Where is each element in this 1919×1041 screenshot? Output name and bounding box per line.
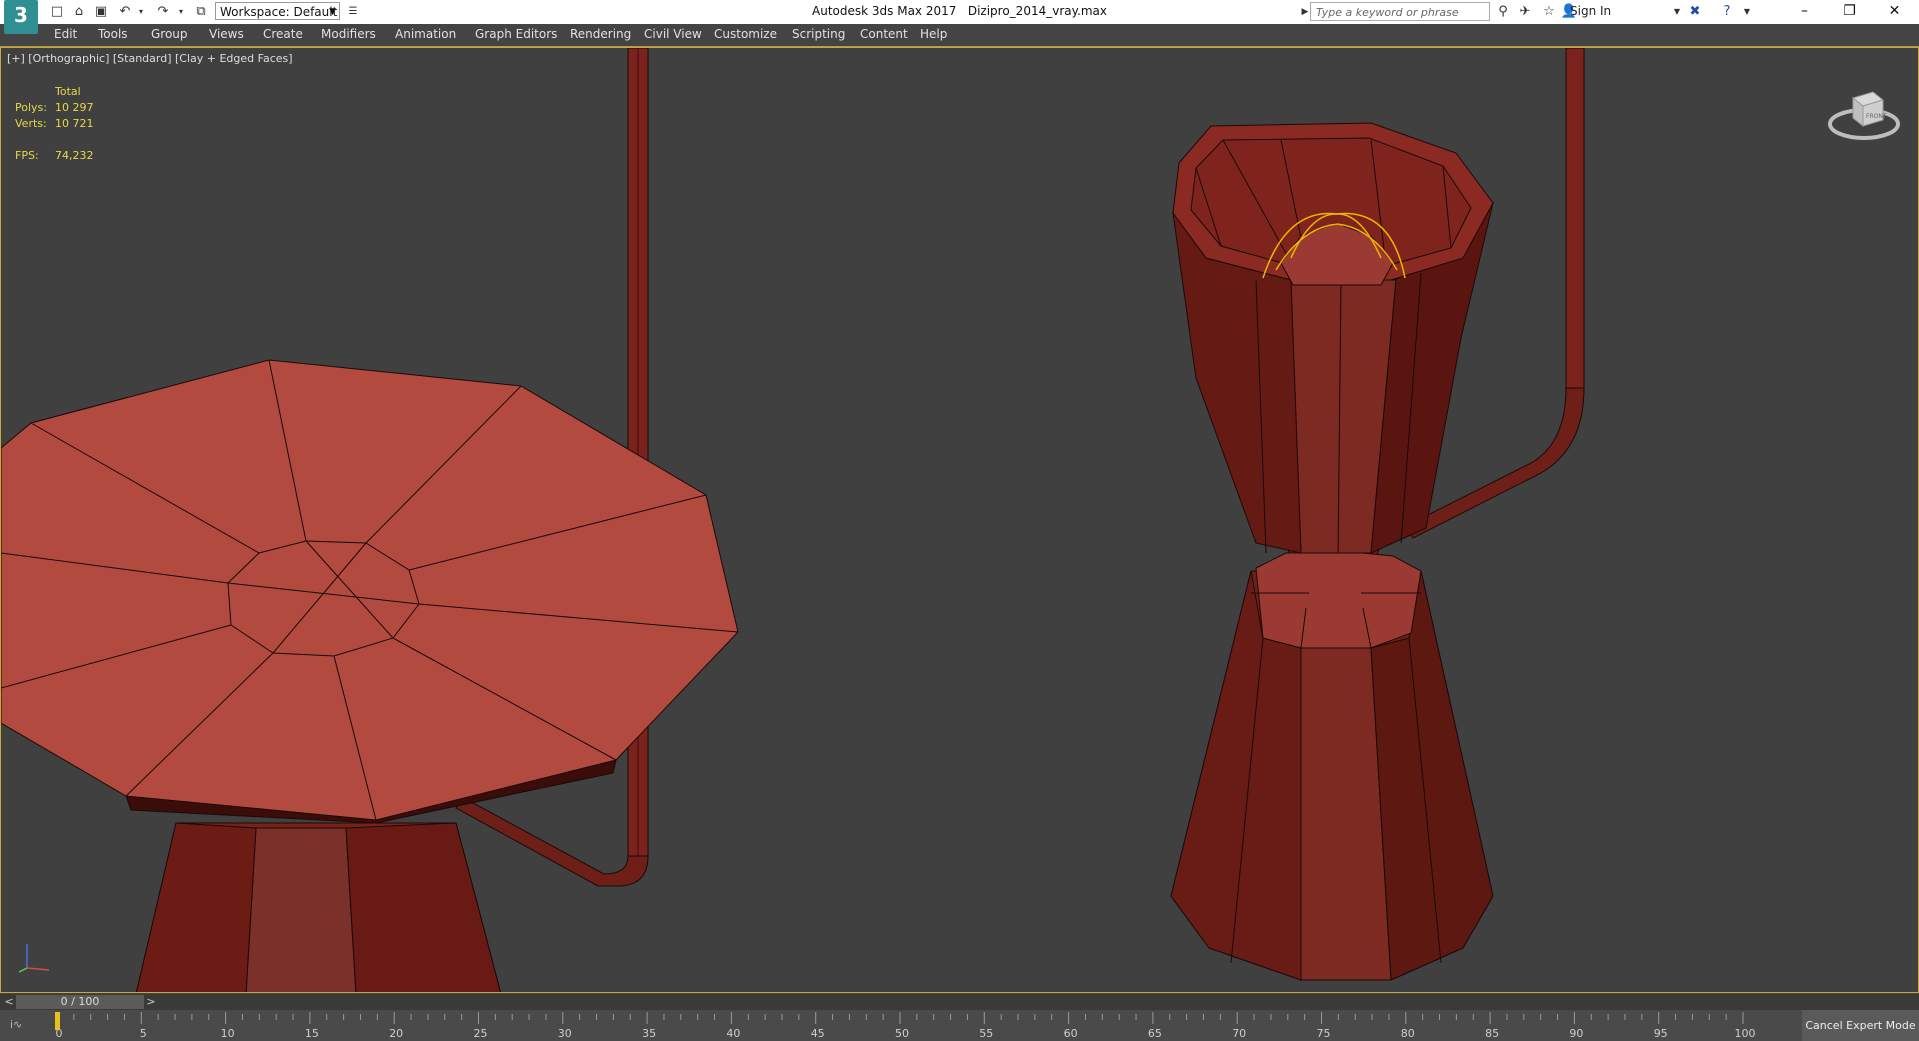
polys-label: Polys: xyxy=(15,101,47,114)
sign-in-dropdown-icon[interactable]: ▼ xyxy=(1668,3,1686,21)
menu-help[interactable]: Help xyxy=(920,27,947,41)
ruler-tick-label: 5 xyxy=(140,1027,147,1040)
minimize-icon[interactable]: – xyxy=(1782,0,1827,24)
title-bar: 3 □ ⌂ ▣ ↶ ▾ ↷ ▾ ⧉ Workspace: Default ▼ ☰… xyxy=(0,0,1919,34)
ruler-tick-label: 80 xyxy=(1401,1027,1415,1040)
polys-value: 10 297 xyxy=(55,101,94,114)
track-bar[interactable]: ⅰ∿ 0 5 10 15 20 25 30 35 40 45 50 55 60 65 70 75 80 85 90 9… xyxy=(0,1010,1919,1041)
time-slider-thumb[interactable]: 0 / 100 xyxy=(16,995,144,1009)
viewcube-face-label: FRONT xyxy=(1866,113,1887,120)
close-icon[interactable]: ✕ xyxy=(1872,0,1917,24)
sign-in-button[interactable]: Sign In xyxy=(1570,4,1611,18)
ruler-tick-label: 35 xyxy=(642,1027,656,1040)
frame-ruler[interactable]: 0 5 10 15 20 25 30 35 40 45 50 55 60 65 70 75 80 85 90 95 10… xyxy=(0,1010,1802,1041)
ruler-tick-label: 45 xyxy=(811,1027,825,1040)
left-lamp-shade[interactable] xyxy=(1,359,739,824)
viewport-label-menu[interactable]: [+] [Orthographic] [Standard] [Clay + Ed… xyxy=(7,52,293,65)
next-frame-button[interactable]: > xyxy=(144,994,158,1010)
menu-content[interactable]: Content xyxy=(860,27,908,41)
ruler-tick-label: 20 xyxy=(389,1027,403,1040)
ruler-tick-label: 30 xyxy=(558,1027,572,1040)
current-frame-marker[interactable] xyxy=(55,1012,60,1030)
previous-frame-button[interactable]: < xyxy=(2,994,16,1010)
ruler-tick-label: 15 xyxy=(305,1027,319,1040)
cancel-expert-mode-button[interactable]: Cancel Expert Mode xyxy=(1802,1010,1919,1041)
verts-value: 10 721 xyxy=(55,117,94,130)
fps-label: FPS: xyxy=(15,149,39,162)
right-lamp-cup[interactable] xyxy=(1172,122,1494,599)
ruler-tick-label: 40 xyxy=(726,1027,740,1040)
ruler-tick-label: 90 xyxy=(1569,1027,1583,1040)
window-title: Autodesk 3ds Max 2017 Dizipro_2014_vray.… xyxy=(0,4,1919,18)
time-slider[interactable]: < 0 / 100 > xyxy=(0,994,1919,1010)
left-lamp-base[interactable] xyxy=(135,822,501,993)
axis-tripod-icon xyxy=(18,944,50,973)
right-lamp-base[interactable] xyxy=(1170,552,1494,981)
ruler-tick-label: 95 xyxy=(1654,1027,1668,1040)
menu-tools[interactable]: Tools xyxy=(98,27,128,41)
viewcube-icon[interactable]: FRONT xyxy=(1827,78,1901,152)
ruler-tick-label: 60 xyxy=(1064,1027,1078,1040)
communication-center-icon[interactable]: ✈ xyxy=(1516,3,1534,21)
ruler-tick-label: 70 xyxy=(1232,1027,1246,1040)
menu-graph-editors[interactable]: Graph Editors xyxy=(475,27,557,41)
ruler-tick-label: 10 xyxy=(221,1027,235,1040)
binoculars-icon[interactable]: ⚲ xyxy=(1494,3,1512,21)
exchange-apps-icon[interactable]: ✖ xyxy=(1686,3,1704,21)
menu-views[interactable]: Views xyxy=(209,27,244,41)
menu-edit[interactable]: Edit xyxy=(54,27,77,41)
menu-group[interactable]: Group xyxy=(151,27,188,41)
menu-customize[interactable]: Customize xyxy=(714,27,777,41)
menu-create[interactable]: Create xyxy=(263,27,303,41)
menu-scripting[interactable]: Scripting xyxy=(792,27,845,41)
ruler-tick-label: 65 xyxy=(1148,1027,1162,1040)
ruler-tick-label: 85 xyxy=(1485,1027,1499,1040)
ruler-tick-label: 55 xyxy=(979,1027,993,1040)
scene-geometry[interactable] xyxy=(1,48,1919,993)
restore-icon[interactable]: ❐ xyxy=(1827,0,1872,24)
viewport[interactable]: [+] [Orthographic] [Standard] [Clay + Ed… xyxy=(0,47,1919,993)
app-title: Autodesk 3ds Max 2017 xyxy=(812,4,957,18)
menu-animation[interactable]: Animation xyxy=(395,27,456,41)
ruler-tick-label: 75 xyxy=(1317,1027,1331,1040)
verts-label: Verts: xyxy=(15,117,47,130)
help-dropdown-icon[interactable]: ▼ xyxy=(1738,3,1756,21)
favorites-star-icon[interactable]: ☆ xyxy=(1540,3,1558,21)
app-logo-icon[interactable]: 3 xyxy=(4,0,38,34)
help-icon[interactable]: ? xyxy=(1718,3,1736,21)
ruler-tick-label: 100 xyxy=(1735,1027,1756,1040)
ruler-tick-label: 25 xyxy=(474,1027,488,1040)
menu-modifiers[interactable]: Modifiers xyxy=(321,27,376,41)
ruler-tick-label: 50 xyxy=(895,1027,909,1040)
file-name: Dizipro_2014_vray.max xyxy=(967,4,1107,18)
menu-civil-view[interactable]: Civil View xyxy=(644,27,702,41)
menu-rendering[interactable]: Rendering xyxy=(570,27,631,41)
stats-header: Total xyxy=(55,85,81,98)
menu-bar: Edit Tools Group Views Create Modifiers … xyxy=(0,24,1919,47)
fps-value: 74,232 xyxy=(55,149,94,162)
search-input[interactable]: Type a keyword or phrase xyxy=(1310,2,1490,21)
